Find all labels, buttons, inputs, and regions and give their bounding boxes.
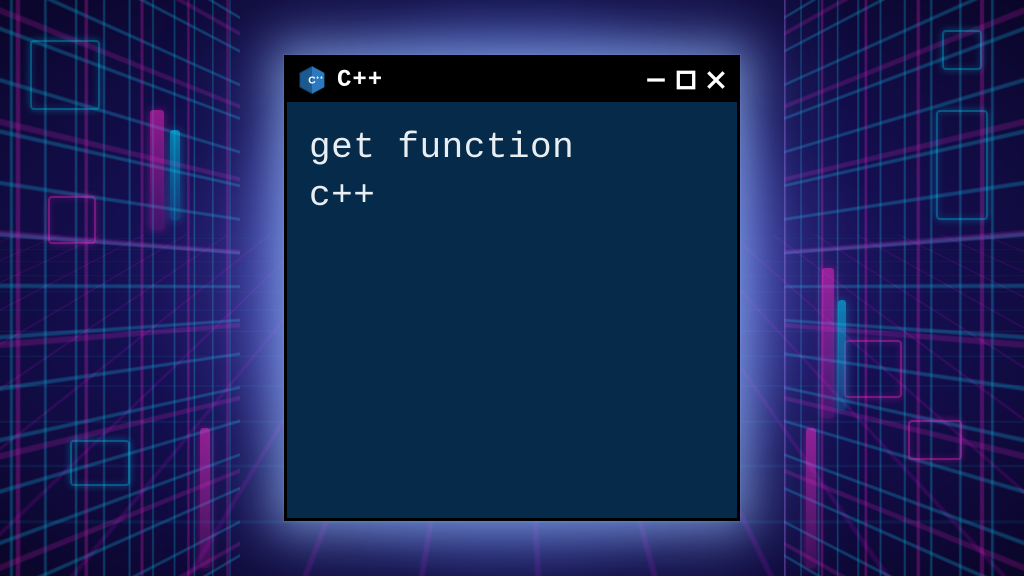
minimize-button[interactable] xyxy=(645,69,667,91)
svg-text:+: + xyxy=(316,76,319,82)
maximize-button[interactable] xyxy=(675,69,697,91)
content-line-2: c++ xyxy=(309,172,715,220)
cpp-logo-icon: C + + xyxy=(297,65,327,95)
window-controls xyxy=(645,69,727,91)
svg-text:C: C xyxy=(308,75,316,86)
terminal-window: C + + C++ get function c++ xyxy=(284,55,740,521)
bg-wall-right xyxy=(784,0,1024,576)
terminal-content: get function c++ xyxy=(287,102,737,241)
bg-wall-left xyxy=(0,0,240,576)
titlebar[interactable]: C + + C++ xyxy=(287,58,737,102)
window-title: C++ xyxy=(337,67,635,94)
close-button[interactable] xyxy=(705,69,727,91)
svg-text:+: + xyxy=(320,76,323,82)
content-line-1: get function xyxy=(309,124,715,172)
